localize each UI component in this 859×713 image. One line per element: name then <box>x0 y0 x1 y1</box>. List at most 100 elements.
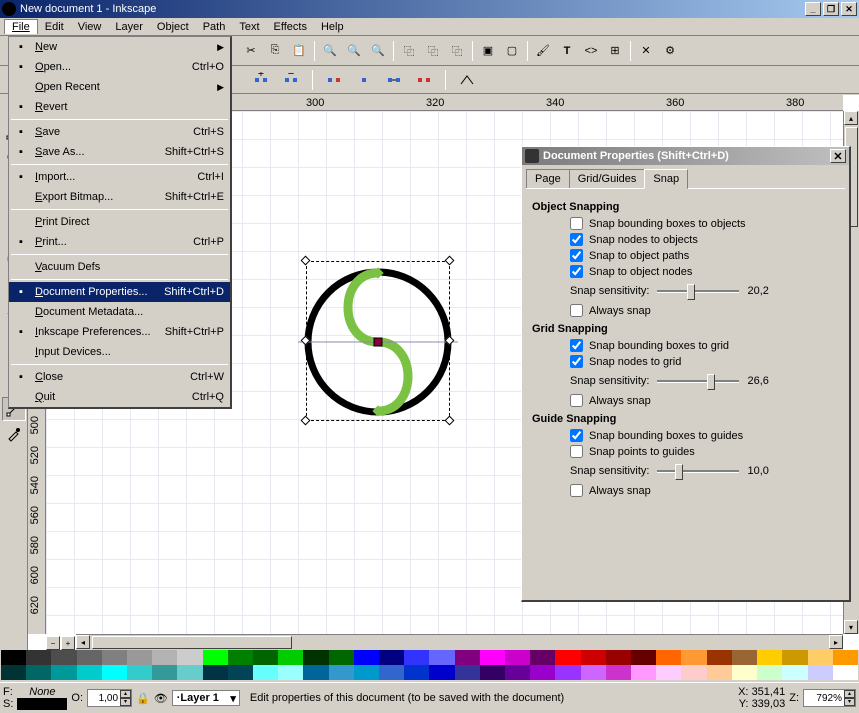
menu-file[interactable]: File <box>4 19 38 34</box>
color-swatch[interactable] <box>732 650 757 665</box>
color-swatch[interactable] <box>228 650 253 665</box>
color-swatch[interactable] <box>631 665 656 680</box>
menu-item-document-metadata-[interactable]: Document Metadata... <box>9 302 230 322</box>
xml-editor-icon[interactable]: <> <box>580 40 602 62</box>
color-swatch[interactable] <box>808 665 833 680</box>
stroke-swatch[interactable] <box>17 698 67 710</box>
preferences-icon[interactable]: ✕ <box>635 40 657 62</box>
clone-icon[interactable]: ⿻ <box>422 40 444 62</box>
color-swatch[interactable] <box>555 665 580 680</box>
tab-page[interactable]: Page <box>526 169 570 188</box>
node-join-icon[interactable] <box>353 69 375 91</box>
menu-item-vacuum-defs[interactable]: Vacuum Defs <box>9 257 230 277</box>
menu-layer[interactable]: Layer <box>108 20 150 34</box>
checkbox-snap-to-object-paths[interactable]: Snap to object paths <box>570 249 839 262</box>
color-swatch[interactable] <box>757 665 782 680</box>
color-swatch[interactable] <box>379 665 404 680</box>
color-swatch[interactable] <box>581 650 606 665</box>
fill-value[interactable]: None <box>17 686 67 698</box>
color-swatch[interactable] <box>429 665 454 680</box>
color-swatch[interactable] <box>732 665 757 680</box>
color-swatch[interactable] <box>555 650 580 665</box>
color-swatch[interactable] <box>203 665 228 680</box>
dialog-titlebar[interactable]: Document Properties (Shift+Ctrl+D) ✕ <box>522 147 849 165</box>
color-swatch[interactable] <box>530 665 555 680</box>
tab-snap[interactable]: Snap <box>644 169 688 189</box>
color-swatch[interactable] <box>26 665 51 680</box>
color-swatch[interactable] <box>480 650 505 665</box>
color-swatch[interactable] <box>757 650 782 665</box>
color-swatch[interactable] <box>102 650 127 665</box>
color-swatch[interactable] <box>455 665 480 680</box>
checkbox-snap-points-to-guides[interactable]: Snap points to guides <box>570 445 839 458</box>
color-swatch[interactable] <box>707 650 732 665</box>
paste-icon[interactable]: 📋 <box>288 40 310 62</box>
color-swatch[interactable] <box>505 665 530 680</box>
color-swatch[interactable] <box>278 650 303 665</box>
text-dialog-icon[interactable]: T <box>556 40 578 62</box>
layer-selector[interactable]: ·Layer 1▾ <box>172 690 240 706</box>
menu-item-input-devices-[interactable]: Input Devices... <box>9 342 230 362</box>
color-swatch[interactable] <box>681 665 706 680</box>
color-swatch[interactable] <box>177 650 202 665</box>
color-swatch[interactable] <box>656 650 681 665</box>
node-cusp-icon[interactable] <box>456 69 478 91</box>
color-swatch[interactable] <box>606 665 631 680</box>
color-swatch[interactable] <box>354 650 379 665</box>
visibility-icon[interactable]: 👁 <box>154 692 168 705</box>
color-swatch[interactable] <box>681 650 706 665</box>
checkbox-snap-bounding-boxes-to-objects[interactable]: Snap bounding boxes to objects <box>570 217 839 230</box>
color-swatch[interactable] <box>782 650 807 665</box>
menu-item-open-recent[interactable]: Open Recent▶ <box>9 77 230 97</box>
menu-item-import-[interactable]: ▪Import...Ctrl+I <box>9 167 230 187</box>
checkbox-snap-nodes-to-objects[interactable]: Snap nodes to objects <box>570 233 839 246</box>
dropper-tool[interactable] <box>2 422 26 446</box>
color-swatch[interactable] <box>656 665 681 680</box>
menu-item-document-properties-[interactable]: ▪Document Properties...Shift+Ctrl+D <box>9 282 230 302</box>
checkbox-always-snap[interactable]: Always snap <box>570 484 839 497</box>
menu-effects[interactable]: Effects <box>267 20 314 34</box>
menu-edit[interactable]: Edit <box>38 20 71 34</box>
tab-grid-guides[interactable]: Grid/Guides <box>569 169 646 188</box>
lock-icon[interactable]: 🔒 <box>136 692 150 705</box>
color-swatch[interactable] <box>631 650 656 665</box>
zoom-input[interactable]: ▴▾ <box>803 689 856 707</box>
menu-item-inkscape-preferences-[interactable]: ▪Inkscape Preferences...Shift+Ctrl+P <box>9 322 230 342</box>
menu-item-revert[interactable]: ▪Revert <box>9 97 230 117</box>
node-break-icon[interactable] <box>323 69 345 91</box>
duplicate-icon[interactable]: ⿻ <box>398 40 420 62</box>
checkbox-snap-bounding-boxes-to-grid[interactable]: Snap bounding boxes to grid <box>570 339 839 352</box>
checkbox-always-snap[interactable]: Always snap <box>570 394 839 407</box>
color-swatch[interactable] <box>303 665 328 680</box>
maximize-button[interactable]: ❐ <box>823 2 839 16</box>
color-swatch[interactable] <box>253 665 278 680</box>
menu-item-save-as-[interactable]: ▪Save As...Shift+Ctrl+S <box>9 142 230 162</box>
snap-sensitivity-slider[interactable] <box>657 282 739 300</box>
menu-item-open-[interactable]: ▪Open...Ctrl+O <box>9 57 230 77</box>
close-button[interactable]: ✕ <box>841 2 857 16</box>
zoom-in-button[interactable]: + <box>61 636 75 650</box>
color-swatch[interactable] <box>329 665 354 680</box>
menu-path[interactable]: Path <box>196 20 233 34</box>
menu-object[interactable]: Object <box>150 20 196 34</box>
align-icon[interactable]: ⊞ <box>604 40 626 62</box>
color-swatch[interactable] <box>102 665 127 680</box>
color-swatch[interactable] <box>177 665 202 680</box>
zoom-in-icon[interactable]: 🔍 <box>319 40 341 62</box>
color-swatch[interactable] <box>203 650 228 665</box>
cut-icon[interactable]: ✂ <box>240 40 262 62</box>
zoom-page-icon[interactable]: 🔍 <box>343 40 365 62</box>
menu-item-save[interactable]: ▪SaveCtrl+S <box>9 122 230 142</box>
color-swatch[interactable] <box>51 650 76 665</box>
menu-view[interactable]: View <box>71 20 109 34</box>
color-swatch[interactable] <box>782 665 807 680</box>
node-join-seg-icon[interactable] <box>383 69 405 91</box>
ungroup-icon[interactable]: ▢ <box>501 40 523 62</box>
zoom-out-button[interactable]: − <box>46 636 60 650</box>
snap-sensitivity-slider[interactable] <box>657 462 739 480</box>
doc-properties-icon[interactable]: ⚙ <box>659 40 681 62</box>
color-swatch[interactable] <box>278 665 303 680</box>
fill-stroke-icon[interactable]: 🖌 <box>532 40 554 62</box>
color-swatch[interactable] <box>77 650 102 665</box>
color-swatch[interactable] <box>354 665 379 680</box>
